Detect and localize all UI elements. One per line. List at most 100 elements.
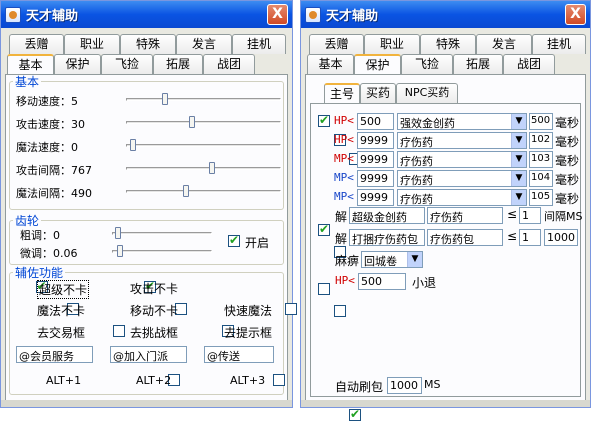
potion-row-1-item-combo[interactable]: 强效金创药 ▼	[397, 113, 527, 130]
move-speed-slider-track[interactable]	[126, 98, 281, 101]
unpack-row-2-target-input[interactable]: 疗伤药包	[427, 229, 503, 246]
potion-row-4-item-combo[interactable]: 疗伤药 ▼	[397, 170, 527, 187]
tab-drop-give[interactable]: 丢赠	[309, 34, 364, 54]
potion-row-4-delay-input[interactable]: 104	[529, 170, 553, 187]
assist-window-basic: 天才辅助 X 丢赠 职业 特殊 发言 挂机 基本 保护 飞捡 拓展 战团 基本 …	[0, 0, 395, 408]
unpack-row-2-count-input[interactable]: 1	[519, 229, 541, 246]
potion-row-4-threshold-input[interactable]: 9999	[357, 170, 394, 187]
unpack-row-1-count-input[interactable]: 1	[519, 207, 541, 224]
move-speed-slider-thumb[interactable]	[162, 93, 168, 105]
status-bar	[1, 400, 292, 407]
potion-row-4-item: 疗伤药	[400, 174, 433, 187]
fast-magic-label: 快速魔法	[224, 304, 273, 318]
attack-interval-slider-track[interactable]	[126, 167, 281, 170]
tab-extend[interactable]: 拓展	[453, 54, 503, 74]
close-button[interactable]: X	[267, 4, 288, 25]
unpack-row-1-checkbox[interactable]	[318, 222, 330, 236]
unpack-row-2-pack-input[interactable]: 打捆疗伤药包	[349, 229, 425, 246]
fine-slider-thumb[interactable]	[117, 245, 123, 257]
unpack-row-1-target-input[interactable]: 疗伤药	[427, 207, 503, 224]
potion-row-2-delay-input[interactable]: 102	[529, 132, 553, 149]
tab-extend[interactable]: 拓展	[153, 54, 203, 74]
tab-basic[interactable]: 基本	[307, 54, 354, 74]
tab-protect[interactable]: 保护	[354, 54, 401, 75]
potion-row-5-threshold-input[interactable]: 9999	[357, 189, 394, 206]
rough-slider-thumb[interactable]	[115, 227, 121, 239]
alt2-label: ALT+2	[136, 374, 172, 387]
subtab-main[interactable]: 主号	[324, 83, 360, 104]
chevron-down-icon[interactable]: ▼	[511, 171, 526, 186]
potion-row-5-item-combo[interactable]: 疗伤药 ▼	[397, 189, 527, 206]
auto-refresh-checkbox[interactable]	[349, 407, 361, 421]
magic-interval-slider-track[interactable]	[126, 190, 281, 193]
gear-enable-label: 开启	[245, 236, 270, 250]
tab-basic[interactable]: 基本	[7, 54, 54, 75]
magic-interval-slider-thumb[interactable]	[183, 185, 189, 197]
chevron-down-icon[interactable]: ▼	[511, 152, 526, 167]
potion-row-2-threshold-input[interactable]: 9999	[357, 132, 394, 149]
unpack-row-2-le: ≤	[507, 229, 518, 243]
unpack-row-1-pack-input[interactable]: 超级金创药	[349, 207, 425, 224]
tab-afk[interactable]: 挂机	[532, 34, 586, 54]
join-sect-input[interactable]: @加入门派	[110, 346, 187, 363]
retreat-hp-input[interactable]: 500	[358, 273, 406, 290]
subtab-npc-buy[interactable]: NPC买药	[396, 83, 458, 103]
hide-challenge-box-label: 去挑战框	[130, 326, 179, 340]
magic-speed-slider-thumb[interactable]	[130, 139, 136, 151]
tab-guild[interactable]: 战团	[503, 54, 555, 74]
unpack-row-2-interval-input[interactable]: 1000	[544, 229, 578, 246]
attack-interval-label: 攻击间隔：767	[16, 164, 92, 177]
potion-row-3-item-combo[interactable]: 疗伤药 ▼	[397, 151, 527, 168]
title-bar[interactable]: 天才辅助 X	[1, 1, 292, 28]
potion-row-1-threshold-input[interactable]: 500	[357, 113, 394, 130]
alt1-label: ALT+1	[46, 374, 82, 387]
tab-protect[interactable]: 保护	[54, 54, 101, 74]
title-bar[interactable]: 天才辅助 X	[301, 1, 590, 28]
tab-afk[interactable]: 挂机	[232, 34, 286, 54]
potion-row-3-threshold-input[interactable]: 9999	[357, 151, 394, 168]
tab-class[interactable]: 职业	[364, 34, 420, 54]
tab-speech[interactable]: 发言	[176, 34, 232, 54]
tab-speech[interactable]: 发言	[476, 34, 532, 54]
attack-speed-slider-thumb[interactable]	[189, 116, 195, 128]
teleport-input[interactable]: @传送	[204, 346, 274, 363]
protect-panel: 主号 买药 NPC买药 HP< 500 强效金创药 ▼ 500 毫秒 HP< 9…	[305, 74, 586, 421]
subtab-buy-potion[interactable]: 买药	[360, 83, 396, 103]
tab-drop-give[interactable]: 丢赠	[9, 34, 64, 54]
fine-slider-track[interactable]	[112, 250, 212, 253]
chevron-down-icon[interactable]: ▼	[407, 252, 422, 267]
tab-class[interactable]: 职业	[64, 34, 120, 54]
unpack-row-2-prefix: 解	[335, 232, 348, 246]
potion-row-1-unit: 毫秒	[555, 116, 580, 130]
tab-special[interactable]: 特殊	[420, 34, 476, 54]
attack-speed-slider-track[interactable]	[126, 121, 281, 124]
chevron-down-icon[interactable]: ▼	[511, 190, 526, 205]
tab-fly-pickup[interactable]: 飞捡	[401, 54, 453, 74]
paralysis-item-combo[interactable]: 回城卷 ▼	[361, 251, 423, 268]
assist-window-protect: 天才辅助 X 丢赠 职业 特殊 发言 挂机 基本 保护 飞捡 拓展 战团 主号 …	[300, 0, 591, 421]
potion-row-3-delay-input[interactable]: 103	[529, 151, 553, 168]
member-service-input[interactable]: @会员服务	[16, 346, 93, 363]
basic-panel: 基本 移动速度：5 攻击速度：30 魔法速度：0 攻击间隔：767 魔法间隔：4…	[5, 73, 395, 401]
hide-trade-box-checkbox[interactable]	[113, 325, 125, 337]
potion-row-1-checkbox[interactable]	[318, 113, 330, 127]
potion-row-5-delay-input[interactable]: 105	[529, 189, 553, 206]
fast-magic-checkbox[interactable]	[284, 303, 297, 315]
tab-special[interactable]: 特殊	[120, 34, 176, 54]
tab-guild[interactable]: 战团	[203, 54, 255, 74]
potion-row-1-delay-input[interactable]: 500	[529, 113, 553, 130]
rough-slider-track[interactable]	[112, 232, 212, 235]
chevron-down-icon[interactable]: ▼	[511, 114, 526, 129]
chevron-down-icon[interactable]: ▼	[511, 133, 526, 148]
potion-row-2-item-combo[interactable]: 疗伤药 ▼	[397, 132, 527, 149]
close-button[interactable]: X	[565, 4, 586, 25]
retreat-checkbox[interactable]	[333, 305, 346, 317]
gear-enable-checkbox[interactable]	[228, 233, 240, 247]
magic-speed-slider-track[interactable]	[126, 144, 281, 147]
retreat-label: 小退	[412, 276, 437, 290]
auto-refresh-interval-input[interactable]: 1000	[387, 377, 422, 394]
attack-interval-slider-thumb[interactable]	[209, 162, 215, 174]
alt2-checkbox[interactable]	[273, 374, 285, 386]
tab-fly-pickup[interactable]: 飞捡	[101, 54, 153, 74]
paralysis-checkbox[interactable]	[318, 283, 330, 295]
